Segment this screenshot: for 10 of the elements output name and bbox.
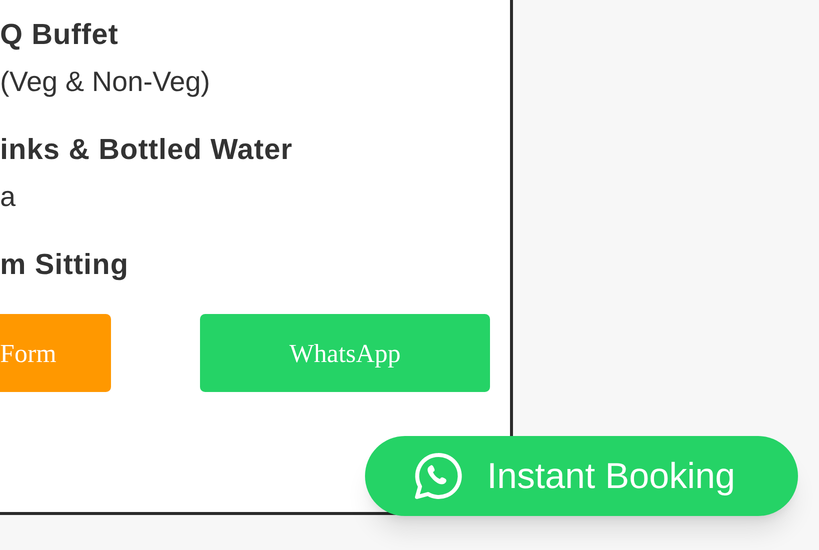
menu-detail: (Veg & Non-Veg) <box>0 65 212 99</box>
menu-detail: a <box>0 180 17 214</box>
whatsapp-icon <box>413 451 463 501</box>
instant-booking-button[interactable]: Instant Booking <box>365 436 798 516</box>
menu-heading: m Sitting <box>0 248 130 282</box>
button-label: Instant Booking <box>487 454 736 498</box>
form-button[interactable]: Form <box>0 314 111 392</box>
menu-heading: Q Buffet <box>0 18 120 52</box>
whatsapp-button[interactable]: WhatsApp <box>200 314 490 392</box>
menu-heading: inks & Bottled Water <box>0 133 294 167</box>
